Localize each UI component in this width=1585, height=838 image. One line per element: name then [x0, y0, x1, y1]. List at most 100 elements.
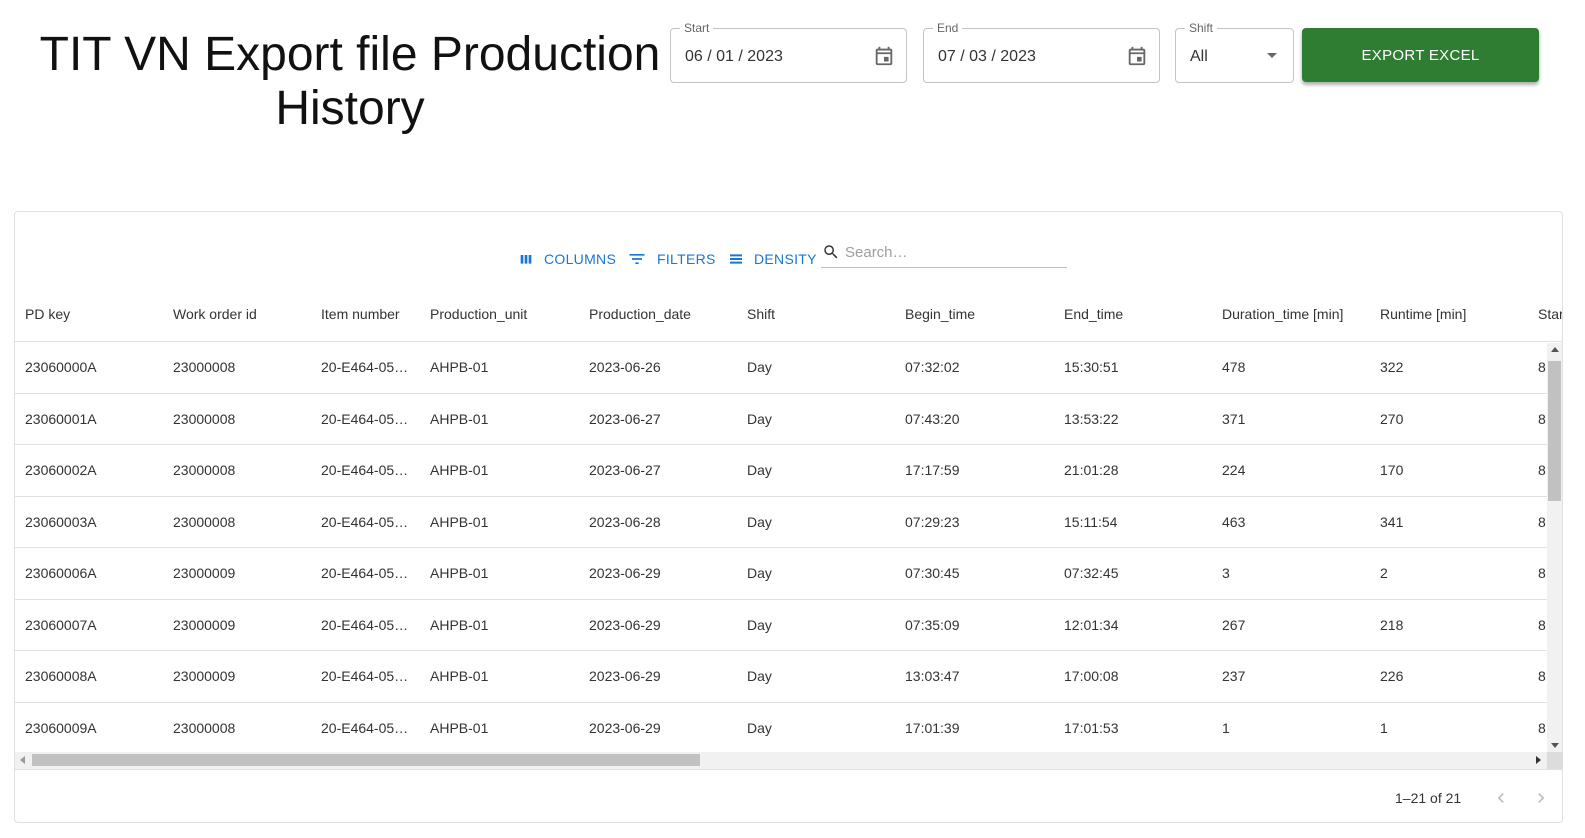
- grid-toolbar: COLUMNS FILTERS DENSITY: [15, 212, 1562, 292]
- density-button[interactable]: DENSITY: [728, 248, 817, 270]
- table-cell: 12:01:34: [1064, 616, 1119, 633]
- caret-down-icon[interactable]: [1267, 53, 1277, 58]
- table-cell: AHPB-01: [430, 719, 489, 736]
- table-row[interactable]: 23060001A 23000008 20-E464-05… AHPB-01 2023-…: [15, 394, 1547, 445]
- column-header[interactable]: Shift: [747, 292, 897, 341]
- calendar-icon[interactable]: [873, 45, 895, 67]
- next-page-button[interactable]: [1529, 786, 1553, 810]
- table-cell: 15:11:54: [1064, 513, 1118, 530]
- table-row[interactable]: 23060007A 23000009 20-E464-05… AHPB-01 2023-…: [15, 600, 1547, 651]
- table-cell: AHPB-01: [430, 513, 489, 530]
- column-header[interactable]: PD key: [25, 292, 165, 341]
- table-cell: 341: [1380, 513, 1404, 530]
- table-cell: 07:29:23: [905, 513, 960, 530]
- calendar-icon[interactable]: [1126, 45, 1148, 67]
- table-cell: 23000009: [173, 565, 236, 581]
- end-date-label: End: [933, 21, 963, 35]
- density-label: DENSITY: [754, 251, 817, 267]
- shift-select[interactable]: Shift All: [1175, 21, 1294, 83]
- scroll-up-arrow-icon[interactable]: [1551, 347, 1559, 352]
- start-date-label: Start: [680, 21, 714, 35]
- start-date-field[interactable]: Start 06 / 01 / 2023: [670, 21, 907, 83]
- column-header[interactable]: End_time: [1064, 292, 1214, 341]
- table-row[interactable]: 23060006A 23000009 20-E464-05… AHPB-01 2023-…: [15, 548, 1547, 600]
- table-cell: 2023-06-29: [589, 616, 661, 633]
- table-cell: 8: [1538, 462, 1546, 478]
- table-cell: 23000009: [173, 668, 236, 684]
- table-row[interactable]: 23060000A 23000008 20-E464-05… AHPB-01 2023-…: [15, 342, 1547, 394]
- table-body: 23060000A 23000008 20-E464-05… AHPB-01 2023-…: [15, 342, 1547, 752]
- start-date-value[interactable]: 06 / 01 / 2023: [685, 47, 783, 67]
- filters-label: FILTERS: [657, 251, 716, 267]
- vertical-scroll-thumb[interactable]: [1548, 361, 1561, 501]
- table-cell: 23000008: [173, 513, 236, 530]
- table-row[interactable]: 23060003A 23000008 20-E464-05… AHPB-01 2023-…: [15, 497, 1547, 548]
- table-cell: 20-E464-05…: [321, 359, 409, 375]
- column-header[interactable]: Star: [1538, 292, 1562, 341]
- column-header[interactable]: Production_date: [589, 292, 739, 341]
- table-cell: 23000008: [173, 410, 236, 427]
- chevron-left-icon: [1497, 793, 1504, 803]
- table-cell: 478: [1222, 359, 1246, 375]
- scroll-left-arrow-icon[interactable]: [20, 756, 25, 764]
- table-cell: 170: [1380, 462, 1404, 478]
- table-cell: 20-E464-05…: [321, 565, 409, 581]
- table-cell: 23000008: [173, 359, 236, 375]
- table-cell: 224: [1222, 462, 1246, 478]
- horizontal-scroll-thumb[interactable]: [32, 754, 700, 766]
- table-row[interactable]: 23060002A 23000008 20-E464-05… AHPB-01 2023-…: [15, 445, 1547, 497]
- table-cell: 322: [1380, 359, 1404, 375]
- previous-page-button[interactable]: [1489, 786, 1513, 810]
- table-cell: 23060007A: [25, 616, 97, 633]
- vertical-scrollbar[interactable]: [1547, 343, 1562, 752]
- end-date-value[interactable]: 07 / 03 / 2023: [938, 47, 1036, 67]
- table-cell: 23000009: [173, 616, 236, 633]
- table-cell: 23060009A: [25, 719, 97, 736]
- table-cell: 218: [1380, 616, 1404, 633]
- data-grid: COLUMNS FILTERS DENSITY PD keyWork order…: [14, 211, 1563, 823]
- table-cell: Day: [747, 462, 772, 478]
- columns-label: COLUMNS: [544, 251, 617, 267]
- scroll-down-arrow-icon[interactable]: [1551, 743, 1559, 748]
- table-cell: 23060001A: [25, 410, 97, 427]
- table-header-row: PD key Work order id Item number Production…: [15, 292, 1562, 342]
- table-row[interactable]: 23060009A 23000008 20-E464-05… AHPB-01 2023-…: [15, 703, 1547, 753]
- table-cell: AHPB-01: [430, 616, 489, 633]
- columns-button[interactable]: COLUMNS: [518, 248, 616, 270]
- table-cell: Day: [747, 410, 772, 427]
- table-cell: 17:17:59: [905, 462, 960, 478]
- export-excel-button[interactable]: EXPORT EXCEL: [1302, 28, 1539, 82]
- column-header[interactable]: Item number: [321, 292, 411, 341]
- scroll-right-arrow-icon[interactable]: [1536, 756, 1541, 764]
- table-cell: 2023-06-29: [589, 719, 661, 736]
- table-cell: 17:00:08: [1064, 668, 1119, 684]
- horizontal-scrollbar[interactable]: [15, 752, 1547, 769]
- column-header[interactable]: Production_unit: [430, 292, 580, 341]
- table-cell: 1: [1380, 719, 1388, 736]
- table-cell: 267: [1222, 616, 1246, 633]
- table-cell: 3: [1222, 565, 1230, 581]
- table-cell: AHPB-01: [430, 462, 489, 478]
- table-cell: 2023-06-28: [589, 513, 661, 530]
- column-header[interactable]: Runtime [min]: [1380, 292, 1530, 341]
- pagination-text: 1–21 of 21: [1395, 790, 1462, 806]
- filters-button[interactable]: FILTERS: [627, 248, 716, 270]
- search-input[interactable]: [845, 241, 1055, 263]
- search-box[interactable]: [821, 240, 1067, 268]
- column-header[interactable]: Begin_time: [905, 292, 1055, 341]
- table-cell: 13:03:47: [905, 668, 960, 684]
- column-header[interactable]: Duration_time [min]: [1222, 292, 1372, 341]
- filter-icon: [629, 254, 645, 264]
- table-cell: 8: [1538, 616, 1546, 633]
- column-header[interactable]: Work order id: [173, 292, 313, 341]
- table-cell: 2023-06-29: [589, 565, 661, 581]
- table-cell: Day: [747, 565, 772, 581]
- table-cell: AHPB-01: [430, 410, 489, 427]
- shift-value[interactable]: All: [1190, 47, 1208, 67]
- table-cell: 2023-06-27: [589, 462, 661, 478]
- table-cell: 20-E464-05…: [321, 410, 409, 427]
- end-date-field[interactable]: End 07 / 03 / 2023: [923, 21, 1160, 83]
- table-row[interactable]: 23060008A 23000009 20-E464-05… AHPB-01 2023-…: [15, 651, 1547, 703]
- table-cell: 07:32:02: [905, 359, 960, 375]
- table-cell: 17:01:39: [905, 719, 960, 736]
